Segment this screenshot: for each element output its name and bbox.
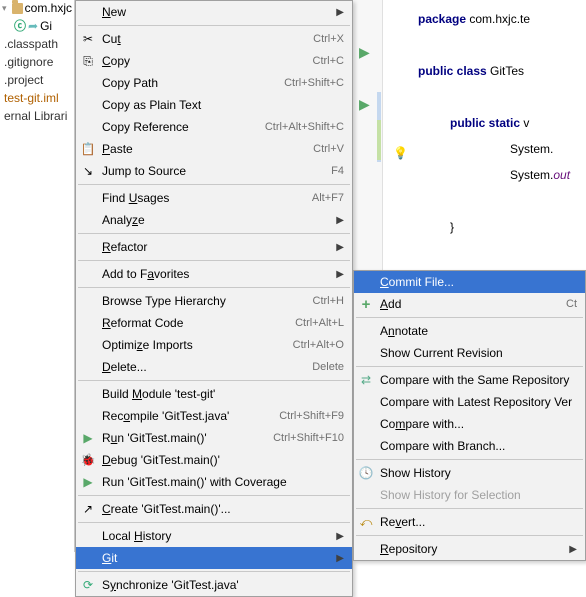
- menu-copy-ref[interactable]: Copy ReferenceCtrl+Alt+Shift+C: [76, 116, 352, 138]
- submenu-compare-same[interactable]: ⇄Compare with the Same Repository: [354, 369, 585, 391]
- submenu-commit[interactable]: Commit File...: [354, 271, 585, 293]
- external-libraries[interactable]: ernal Librari: [0, 107, 74, 125]
- menu-copy-plain[interactable]: Copy as Plain Text: [76, 94, 352, 116]
- compare-icon: ⇄: [358, 373, 374, 387]
- menu-browse-hierarchy[interactable]: Browse Type HierarchyCtrl+H: [76, 290, 352, 312]
- create-icon: ↗: [80, 502, 96, 516]
- menu-paste[interactable]: 📋PasteCtrl+V: [76, 138, 352, 160]
- folder-icon: [12, 3, 23, 14]
- submenu-compare-with[interactable]: Compare with...: [354, 413, 585, 435]
- class-name: Gi: [40, 19, 52, 33]
- jump-icon: ↘: [80, 164, 96, 178]
- menu-git[interactable]: Git▶: [76, 547, 352, 569]
- class-icon: ⓒ: [14, 17, 26, 34]
- menu-local-history[interactable]: Local History▶: [76, 525, 352, 547]
- submenu-repository[interactable]: Repository▶: [354, 538, 585, 560]
- run-icon: ▶: [80, 431, 96, 445]
- editor-gutter: ▶ ▶: [353, 0, 383, 270]
- submenu-compare-latest[interactable]: Compare with Latest Repository Ver: [354, 391, 585, 413]
- menu-recompile[interactable]: Recompile 'GitTest.java'Ctrl+Shift+F9: [76, 405, 352, 427]
- submenu-show-history-selection: Show History for Selection: [354, 484, 585, 506]
- file-classpath[interactable]: .classpath: [0, 35, 74, 53]
- menu-create-run[interactable]: ↗Create 'GitTest.main()'...: [76, 498, 352, 520]
- menu-copy-path[interactable]: Copy PathCtrl+Shift+C: [76, 72, 352, 94]
- coverage-icon: ▶: [80, 475, 96, 489]
- revert-icon: ⤺: [358, 515, 374, 530]
- scissors-icon: ✂: [80, 32, 96, 46]
- code-editor[interactable]: ▶ ▶ 💡 package com.hxjc.te public class G…: [353, 0, 586, 270]
- menu-optimize-imports[interactable]: Optimize ImportsCtrl+Alt+O: [76, 334, 352, 356]
- git-icon: ➦: [28, 19, 38, 33]
- history-icon: 🕓: [358, 466, 374, 480]
- menu-find-usages[interactable]: Find UsagesAlt+F7: [76, 187, 352, 209]
- paste-icon: 📋: [80, 142, 96, 156]
- git-submenu[interactable]: Commit File... +AddCt Annotate Show Curr…: [353, 270, 586, 561]
- plus-icon: +: [358, 296, 374, 313]
- menu-jump-source[interactable]: ↘Jump to SourceF4: [76, 160, 352, 182]
- copy-icon: ⎘: [80, 54, 96, 69]
- menu-coverage[interactable]: ▶Run 'GitTest.main()' with Coverage: [76, 471, 352, 493]
- code-content: package com.hxjc.te public class GitTes …: [418, 6, 570, 292]
- run-gutter-icon[interactable]: ▶: [359, 44, 370, 61]
- menu-run[interactable]: ▶Run 'GitTest.main()'Ctrl+Shift+F10: [76, 427, 352, 449]
- menu-favorites[interactable]: Add to Favorites▶: [76, 263, 352, 285]
- file-iml[interactable]: test-git.iml: [0, 89, 74, 107]
- menu-delete[interactable]: Delete...Delete: [76, 356, 352, 378]
- submenu-annotate[interactable]: Annotate: [354, 320, 585, 342]
- submenu-show-history[interactable]: 🕓Show History: [354, 462, 585, 484]
- menu-reformat[interactable]: Reformat CodeCtrl+Alt+L: [76, 312, 352, 334]
- menu-build-module[interactable]: Build Module 'test-git': [76, 383, 352, 405]
- run-gutter-icon[interactable]: ▶: [359, 96, 370, 113]
- menu-new[interactable]: New▶: [76, 1, 352, 23]
- intention-bulb-icon[interactable]: 💡: [393, 146, 408, 160]
- submenu-add[interactable]: +AddCt: [354, 293, 585, 315]
- project-tree[interactable]: ▾ com.hxjc ⓒ ➦ Gi .classpath .gitignore …: [0, 0, 75, 552]
- context-menu[interactable]: New▶ ✂CutCtrl+X ⎘CopyCtrl+C Copy PathCtr…: [75, 0, 353, 597]
- submenu-revert[interactable]: ⤺Revert...: [354, 511, 585, 533]
- menu-analyze[interactable]: Analyze▶: [76, 209, 352, 231]
- menu-cut[interactable]: ✂CutCtrl+X: [76, 28, 352, 50]
- file-project[interactable]: .project: [0, 71, 74, 89]
- menu-refactor[interactable]: Refactor▶: [76, 236, 352, 258]
- package-name: com.hxjc: [25, 1, 72, 15]
- debug-icon: 🐞: [80, 453, 96, 467]
- package-folder[interactable]: ▾ com.hxjc: [0, 0, 74, 16]
- submenu-compare-branch[interactable]: Compare with Branch...: [354, 435, 585, 457]
- menu-debug[interactable]: 🐞Debug 'GitTest.main()': [76, 449, 352, 471]
- menu-synchronize[interactable]: ⟳Synchronize 'GitTest.java': [76, 574, 352, 596]
- submenu-show-revision[interactable]: Show Current Revision: [354, 342, 585, 364]
- class-file[interactable]: ⓒ ➦ Gi: [0, 16, 74, 35]
- file-gitignore[interactable]: .gitignore: [0, 53, 74, 71]
- menu-copy[interactable]: ⎘CopyCtrl+C: [76, 50, 352, 72]
- sync-icon: ⟳: [80, 578, 96, 592]
